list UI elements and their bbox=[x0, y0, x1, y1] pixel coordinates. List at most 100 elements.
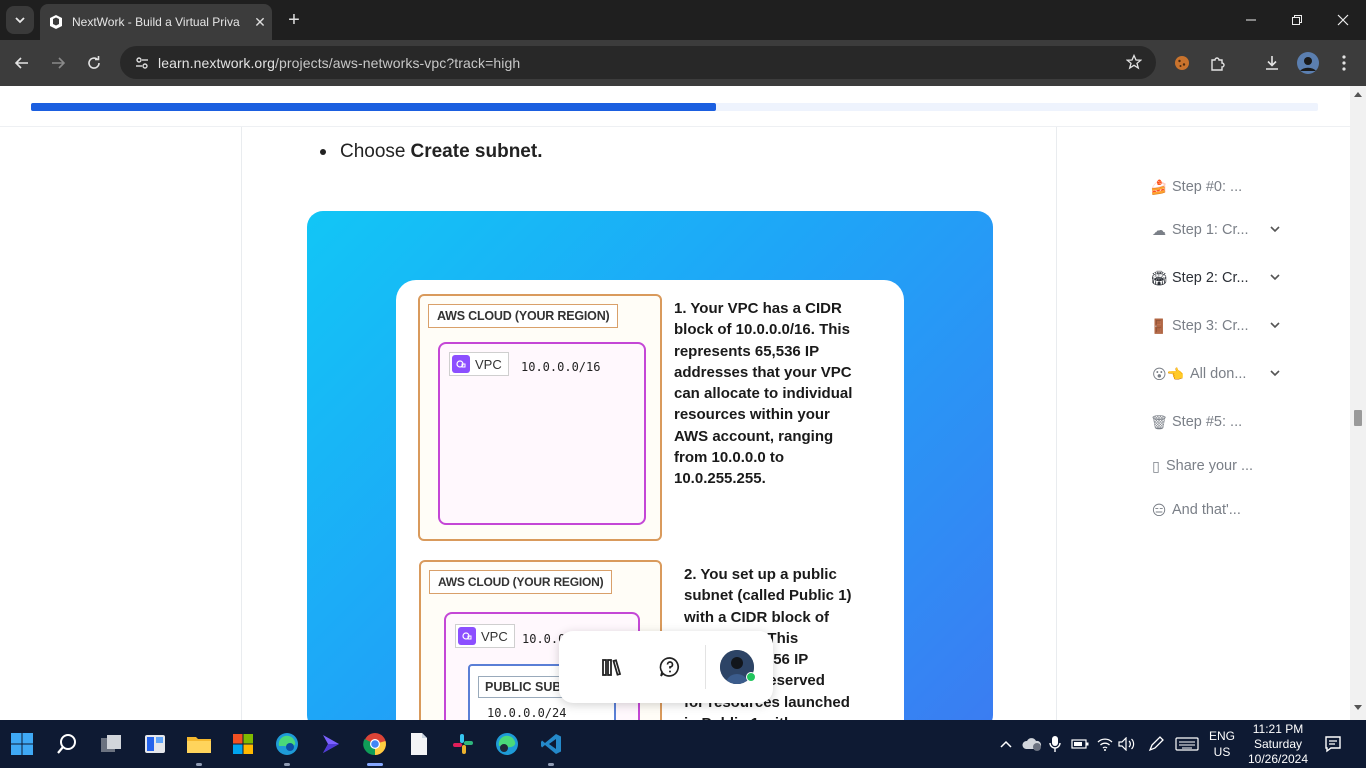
toc-item-step-1[interactable]: ☁ Step 1: Cr... bbox=[1150, 219, 1330, 241]
touch-keyboard-tray[interactable] bbox=[1175, 720, 1199, 768]
edge-profile-icon bbox=[496, 733, 518, 755]
tab-close-icon[interactable]: ✕ bbox=[248, 14, 272, 31]
vpc-box-1: VPC 10.0.0.0/16 bbox=[438, 342, 646, 525]
running-indicator-active bbox=[367, 763, 383, 766]
language-code: ENG bbox=[1208, 729, 1235, 743]
download-icon[interactable] bbox=[1260, 51, 1284, 75]
task-view-button[interactable] bbox=[95, 728, 127, 760]
file-explorer-button[interactable] bbox=[183, 728, 215, 766]
chevron-down-icon[interactable] bbox=[1268, 222, 1282, 236]
bookmark-star-icon[interactable] bbox=[1125, 53, 1143, 75]
profile-avatar[interactable] bbox=[1296, 51, 1320, 75]
page-scrollbar[interactable] bbox=[1350, 86, 1366, 720]
show-hidden-icons-button[interactable] bbox=[999, 720, 1013, 768]
microphone-tray[interactable] bbox=[1049, 720, 1061, 768]
notepad-button[interactable] bbox=[403, 728, 435, 760]
action-bar-divider bbox=[705, 645, 706, 689]
search-button[interactable] bbox=[51, 728, 83, 760]
slack-button[interactable] bbox=[447, 728, 479, 760]
volume-tray[interactable] bbox=[1118, 720, 1136, 768]
onedrive-tray[interactable] bbox=[1021, 720, 1043, 768]
progress-header bbox=[0, 86, 1350, 127]
chevron-down-icon[interactable] bbox=[1268, 270, 1282, 284]
vpc-label-1: VPC bbox=[475, 356, 502, 372]
pen-tray[interactable] bbox=[1147, 720, 1165, 768]
document-icon bbox=[411, 733, 427, 755]
power-automate-button[interactable] bbox=[315, 728, 347, 760]
more-menu-icon[interactable] bbox=[1332, 51, 1356, 75]
library-button[interactable] bbox=[583, 643, 641, 691]
tab-title: NextWork - Build a Virtual Priva bbox=[72, 15, 240, 29]
vscode-button[interactable] bbox=[535, 728, 567, 766]
vpc-tag-2: VPC bbox=[455, 624, 515, 648]
forward-button[interactable] bbox=[46, 51, 70, 75]
chrome-button[interactable] bbox=[359, 728, 391, 766]
chevron-down-icon[interactable] bbox=[1268, 318, 1282, 332]
edge-button[interactable] bbox=[491, 728, 523, 760]
toc-emoji: 😑 bbox=[1151, 501, 1167, 518]
toc-item-step-3[interactable]: 🚪 Step 3: Cr... bbox=[1150, 315, 1330, 337]
tab-nextwork[interactable]: NextWork - Build a Virtual Priva ✕ bbox=[40, 4, 272, 40]
cookie-extension-icon[interactable] bbox=[1170, 51, 1194, 75]
site-info-icon[interactable] bbox=[126, 55, 158, 71]
edge-icon bbox=[276, 733, 298, 755]
vscode-icon bbox=[541, 734, 561, 754]
vpc-icon bbox=[458, 627, 476, 645]
floating-action-bar bbox=[559, 631, 773, 703]
microsoft-store-icon bbox=[233, 734, 253, 754]
arrow-right-icon bbox=[52, 57, 66, 69]
toc-emoji: 🏟 bbox=[1150, 269, 1168, 286]
clock-day: Saturday bbox=[1253, 737, 1303, 751]
instruction-bullet: Choose Create subnet. bbox=[320, 141, 542, 163]
address-bar[interactable]: learn.nextwork.org/projects/aws-networks… bbox=[120, 46, 1156, 79]
toc-label: And that'... bbox=[1172, 502, 1241, 518]
microphone-icon bbox=[1049, 736, 1061, 752]
toc-emoji: 🗑 bbox=[1150, 413, 1168, 430]
browser-toolbar: learn.nextwork.org/projects/aws-networks… bbox=[0, 40, 1366, 86]
step-1-description: 1. Your VPC has a CIDR block of 10.0.0.0… bbox=[674, 300, 853, 488]
close-window-button[interactable] bbox=[1320, 0, 1366, 40]
new-tab-button[interactable]: + bbox=[282, 8, 306, 32]
widgets-button[interactable] bbox=[139, 728, 171, 760]
tab-search-button[interactable] bbox=[6, 6, 34, 34]
slack-icon bbox=[453, 734, 473, 754]
nextwork-favicon-icon bbox=[48, 14, 64, 30]
toc-item-step-2[interactable]: 🏟 Step 2: Cr... bbox=[1150, 267, 1330, 289]
scroll-up-arrow-icon[interactable] bbox=[1353, 90, 1363, 98]
progress-fill bbox=[31, 103, 716, 111]
back-button[interactable] bbox=[10, 51, 34, 75]
toc-emoji: 🚪 bbox=[1150, 317, 1168, 334]
vpc-cidr-1: 10.0.0.0/16 bbox=[521, 360, 601, 374]
toc-item-share[interactable]: ▯ Share your ... bbox=[1150, 455, 1330, 477]
start-button[interactable] bbox=[6, 728, 38, 760]
microsoft-store-button[interactable] bbox=[227, 728, 259, 760]
notifications-button[interactable] bbox=[1324, 720, 1342, 768]
question-chat-icon bbox=[659, 657, 679, 677]
scroll-thumb[interactable] bbox=[1354, 410, 1362, 426]
minimize-button[interactable] bbox=[1228, 0, 1274, 40]
toc-label: Step 1: Cr... bbox=[1172, 222, 1249, 238]
reload-button[interactable] bbox=[82, 51, 106, 75]
browser-tab-strip: NextWork - Build a Virtual Priva ✕ + bbox=[0, 0, 1366, 40]
toc-item-step-5[interactable]: 🗑 Step #5: ... bbox=[1150, 411, 1330, 433]
edge-dev-button[interactable] bbox=[271, 728, 303, 766]
minimize-icon bbox=[1246, 19, 1256, 21]
toc-label: Step #0: ... bbox=[1172, 179, 1243, 195]
chevron-down-icon[interactable] bbox=[1268, 366, 1282, 380]
bullet-dot bbox=[320, 149, 326, 155]
toc-item-and-thats[interactable]: 😑 And that'... bbox=[1150, 499, 1330, 521]
region-label-1: AWS CLOUD (YOUR REGION) bbox=[428, 304, 619, 328]
toc-label: Share your ... bbox=[1166, 458, 1254, 474]
toc-item-all-done[interactable]: 😮👈 All don... bbox=[1150, 363, 1330, 385]
scroll-down-arrow-icon[interactable] bbox=[1353, 704, 1363, 712]
battery-tray[interactable] bbox=[1071, 720, 1089, 768]
extensions-puzzle-icon[interactable] bbox=[1206, 51, 1230, 75]
system-clock[interactable]: 11:21 PM Saturday 10/26/2024 bbox=[1240, 722, 1316, 767]
power-automate-icon bbox=[323, 735, 339, 753]
toc-label: All don... bbox=[1190, 366, 1247, 382]
input-language[interactable]: ENG US bbox=[1205, 728, 1239, 760]
toc-item-step-0[interactable]: 🍰 Step #0: ... bbox=[1150, 176, 1330, 198]
wifi-tray[interactable] bbox=[1097, 720, 1113, 768]
help-chat-button[interactable] bbox=[641, 643, 699, 691]
restore-button[interactable] bbox=[1274, 0, 1320, 40]
